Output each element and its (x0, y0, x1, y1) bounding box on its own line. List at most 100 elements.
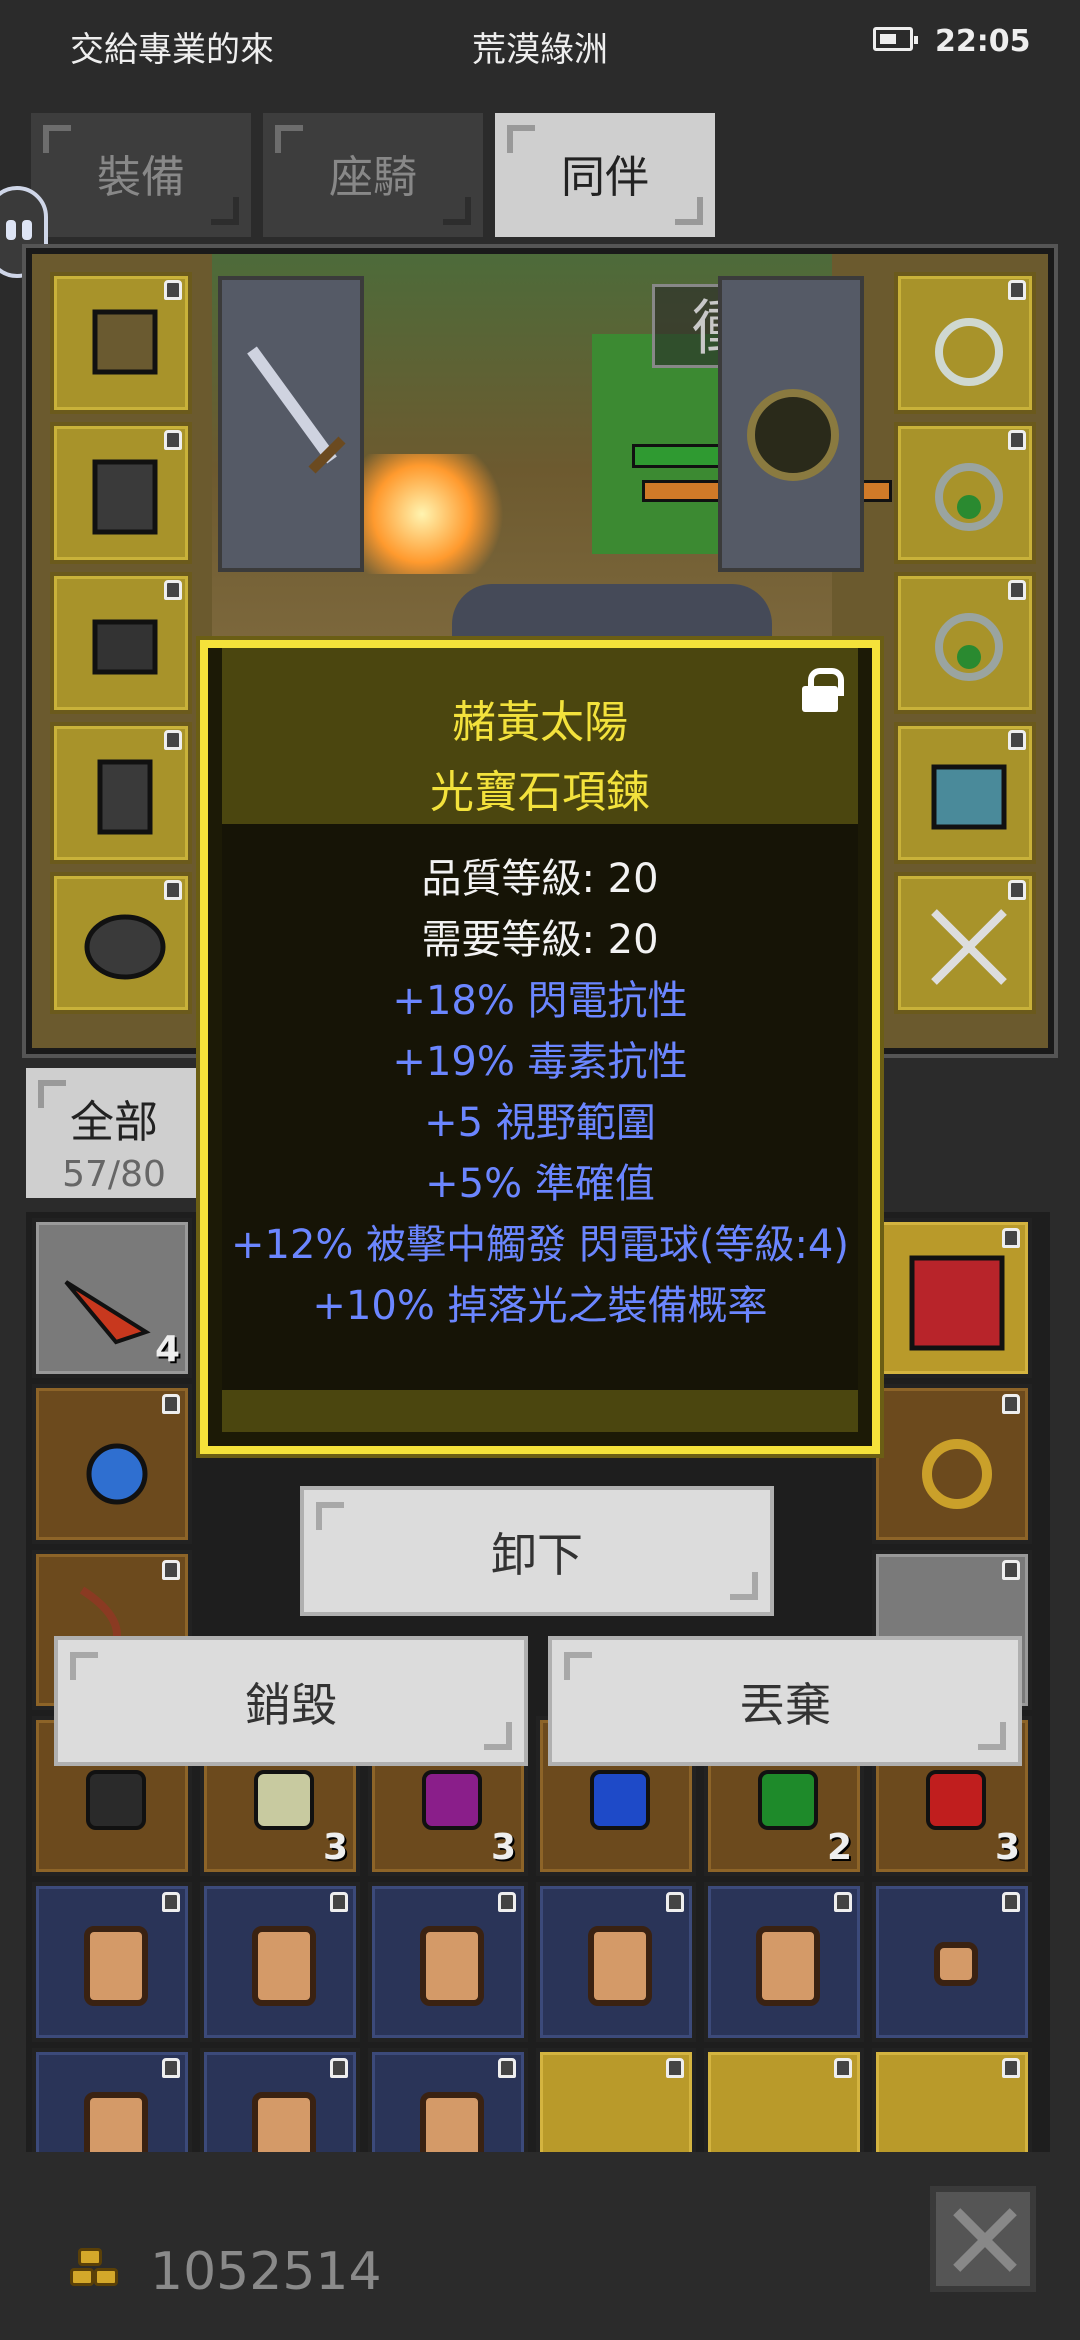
gem-icon (926, 1770, 986, 1830)
glove-icon (92, 619, 158, 675)
gem-icon (86, 1770, 146, 1830)
inventory-item-book[interactable] (872, 1218, 1032, 1378)
item-name-line2: 光寶石項鍊 (430, 767, 650, 818)
ring-icon (935, 613, 1003, 681)
stat-accuracy: +5% 準確值 (425, 1161, 655, 1207)
gem-icon (422, 1770, 482, 1830)
discard-button[interactable]: 丟棄 (548, 1636, 1022, 1766)
inventory-item-scroll[interactable] (536, 1882, 696, 2042)
helmet-icon (92, 309, 158, 375)
unequip-label: 卸下 (491, 1528, 583, 1582)
tab-equipment-label: 裝備 (97, 152, 185, 203)
amulet-slot[interactable] (894, 272, 1036, 414)
ring-icon (935, 463, 1003, 531)
ring2-slot[interactable] (894, 572, 1036, 714)
orb-icon (747, 389, 839, 481)
footer-bar: 1052514 (0, 2164, 1080, 2340)
stat-quality-level: 品質等級: 20 (421, 856, 659, 902)
stat-light-drop-rate: +10% 掉落光之裝備概率 (312, 1283, 768, 1329)
stat-lightning-resist: +18% 閃電抗性 (392, 978, 688, 1024)
inventory-item-feather[interactable]: 4 (32, 1218, 192, 1378)
dragon-icon (931, 764, 1007, 830)
gloves-slot[interactable] (50, 572, 192, 714)
scroll-icon (84, 1926, 148, 2006)
gem-icon (254, 1770, 314, 1830)
gold-ring-icon (922, 1439, 992, 1509)
scroll-icon (420, 2092, 484, 2152)
unequip-button[interactable]: 卸下 (300, 1486, 774, 1616)
popup-stats: 品質等級: 20 需要等級: 20 +18% 閃電抗性 +19% 毒素抗性 +5… (222, 824, 858, 1390)
tab-equipment[interactable]: 裝備 (28, 110, 254, 240)
book-icon (909, 1255, 1005, 1351)
sword-icon (247, 346, 346, 474)
inventory-item-ring[interactable] (872, 1384, 1032, 1544)
gold-amount: 1052514 (150, 2242, 382, 2302)
belt-slot[interactable] (50, 872, 192, 1014)
tab-mount[interactable]: 座騎 (260, 110, 486, 240)
weapon-slot[interactable] (218, 276, 364, 572)
battery-icon (873, 27, 918, 51)
item-name-line1: 赭黃太陽 (452, 697, 628, 748)
tab-mount-label: 座騎 (329, 152, 417, 203)
discard-label: 丟棄 (739, 1678, 831, 1732)
amulet-icon (86, 1443, 148, 1505)
status-center-text: 荒漠綠洲 (472, 30, 608, 70)
tab-companion[interactable]: 同伴 (492, 110, 718, 240)
scroll-icon (588, 1926, 652, 2006)
destroy-label: 銷毀 (245, 1678, 337, 1732)
inventory-item-scroll[interactable] (32, 1882, 192, 2042)
boots-icon (97, 759, 153, 835)
boots-slot[interactable] (50, 722, 192, 864)
filter-all-tab[interactable]: 全部 57/80 (26, 1068, 202, 1198)
stat-vision-range: +5 視野範圍 (424, 1100, 656, 1146)
armor-slot[interactable] (50, 422, 192, 564)
item-quantity: 3 (994, 1827, 1020, 1868)
inventory-item-potion[interactable] (536, 2048, 696, 2152)
gold-coins-icon (70, 2244, 130, 2294)
gem-icon (758, 1770, 818, 1830)
stat-poison-resist: +19% 毒素抗性 (392, 1039, 688, 1085)
item-quantity: 4 (154, 1329, 180, 1370)
popup-footer (222, 1390, 858, 1432)
item-quantity: 2 (826, 1827, 852, 1868)
inventory-item-scroll[interactable] (704, 1882, 864, 2042)
scroll-icon (756, 1926, 820, 2006)
inventory-item-ring[interactable] (872, 2048, 1032, 2152)
popup-header: 赭黃太陽 光寶石項鍊 (222, 648, 858, 824)
inventory-count: 57/80 (62, 1154, 166, 1195)
scroll-icon (420, 1926, 484, 2006)
item-quantity: 3 (490, 1827, 516, 1868)
inventory-item-scroll[interactable] (368, 1882, 528, 2042)
inventory-item-scroll[interactable] (200, 1882, 360, 2042)
belt-icon (84, 914, 166, 980)
inventory-item-amulet[interactable] (32, 1384, 192, 1544)
armor-icon (92, 459, 158, 535)
item-quantity: 3 (322, 1827, 348, 1868)
inventory-item-scroll[interactable] (200, 2048, 360, 2152)
inventory-item-scroll[interactable] (32, 2048, 192, 2152)
tab-companion-label: 同伴 (561, 152, 649, 203)
item-detail-popup: 赭黃太陽 光寶石項鍊 品質等級: 20 需要等級: 20 +18% 閃電抗性 +… (200, 640, 880, 1454)
gem-icon (590, 1770, 650, 1830)
inventory-item-ring[interactable] (704, 2048, 864, 2152)
ring1-slot[interactable] (894, 422, 1036, 564)
scroll-icon (84, 2092, 148, 2152)
status-bar: 交給專業的來 荒漠綠洲 22:05 (0, 0, 1080, 88)
inventory-item-scroll-small[interactable] (872, 1882, 1032, 2042)
helmet-slot[interactable] (50, 272, 192, 414)
charm-slot[interactable] (894, 722, 1036, 864)
offhand-slot[interactable] (718, 276, 864, 572)
scroll-icon (252, 1926, 316, 2006)
stat-required-level: 需要等級: 20 (421, 917, 659, 963)
status-left-text: 交給專業的來 (70, 30, 274, 70)
accessory-slot[interactable] (894, 872, 1036, 1014)
close-icon[interactable] (930, 2186, 1036, 2292)
scroll-icon (252, 2092, 316, 2152)
inventory-item-scroll[interactable] (368, 2048, 528, 2152)
lock-icon[interactable] (800, 668, 844, 712)
crossed-swords-icon (931, 909, 1007, 985)
status-time: 22:05 (935, 24, 1031, 59)
destroy-button[interactable]: 銷毀 (54, 1636, 528, 1766)
stat-lightning-orb-proc: +12% 被擊中觸發 閃電球(等級:4) (231, 1222, 849, 1268)
scroll-icon (934, 1942, 978, 1986)
